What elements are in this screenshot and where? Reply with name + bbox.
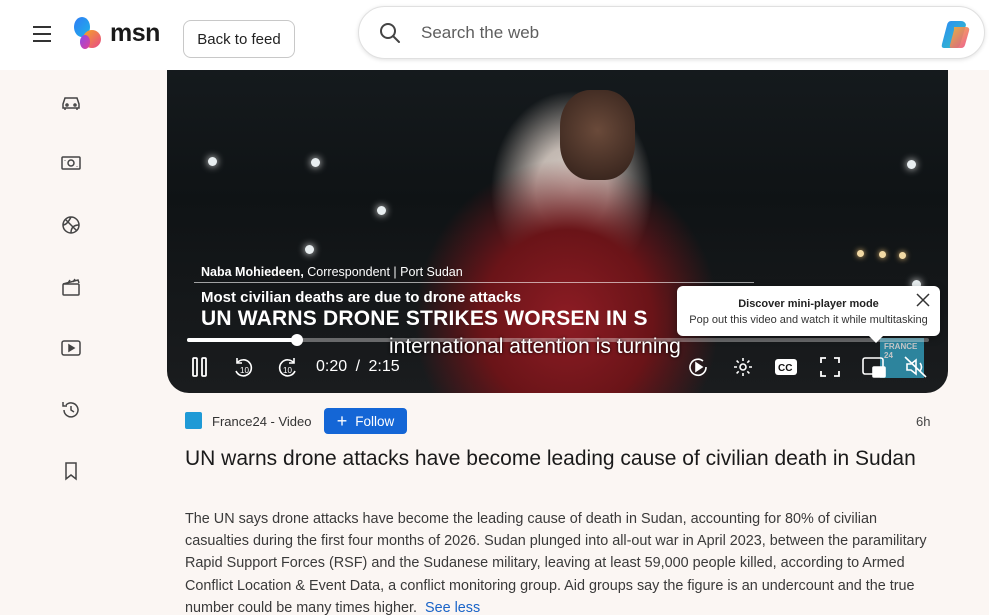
tooltip-title: Discover mini-player mode bbox=[738, 298, 879, 310]
tooltip-text: Pop out this video and watch it while mu… bbox=[689, 314, 928, 326]
msn-logo[interactable]: msn bbox=[72, 15, 160, 51]
france24-source-logo[interactable] bbox=[185, 412, 202, 429]
autoplay-icon[interactable] bbox=[686, 354, 710, 380]
closed-caption-text: international attention is turning bbox=[389, 335, 681, 358]
svg-text:10: 10 bbox=[240, 366, 249, 375]
money-icon[interactable] bbox=[59, 151, 83, 175]
history-icon[interactable] bbox=[59, 398, 83, 422]
background-light bbox=[305, 245, 314, 254]
settings-gear-icon[interactable] bbox=[732, 354, 754, 380]
mini-player-icon[interactable] bbox=[862, 354, 886, 380]
rewind-10-button[interactable]: 10 bbox=[231, 354, 255, 380]
sports-icon[interactable] bbox=[59, 213, 83, 237]
car-icon[interactable] bbox=[59, 90, 83, 114]
search-icon[interactable] bbox=[379, 22, 401, 44]
article-description: The UN says drone attacks have become th… bbox=[185, 508, 930, 615]
background-light bbox=[311, 158, 320, 167]
lower-third-divider bbox=[194, 282, 754, 283]
description-text: The UN says drone attacks have become th… bbox=[185, 511, 927, 615]
video-frame-subject bbox=[560, 90, 635, 180]
background-light bbox=[208, 157, 217, 166]
time-separator: / bbox=[355, 358, 361, 375]
progress-played bbox=[187, 338, 297, 342]
logo-text: msn bbox=[110, 18, 160, 47]
time-total: 2:15 bbox=[368, 358, 400, 375]
lower-third-headline: UN WARNS DRONE STRIKES WORSEN IN S bbox=[201, 307, 648, 330]
search-input[interactable] bbox=[421, 21, 901, 45]
top-header: msn Back to feed bbox=[0, 0, 989, 70]
menu-icon[interactable] bbox=[33, 26, 55, 44]
follow-label: Follow bbox=[355, 413, 395, 429]
see-less-link[interactable]: See less bbox=[425, 600, 480, 615]
left-sidebar bbox=[0, 70, 140, 615]
source-name[interactable]: France24 - Video bbox=[212, 414, 312, 429]
mute-icon[interactable] bbox=[904, 354, 928, 380]
background-light bbox=[907, 160, 916, 169]
background-light bbox=[857, 250, 864, 257]
closed-captions-icon[interactable]: CC bbox=[774, 354, 798, 380]
follow-button[interactable]: + Follow bbox=[324, 408, 407, 434]
video-play-icon[interactable] bbox=[59, 336, 83, 360]
tooltip-arrow bbox=[869, 336, 883, 343]
svg-text:10: 10 bbox=[283, 366, 292, 375]
background-light bbox=[899, 252, 906, 259]
mini-player-tooltip: Discover mini-player mode Pop out this v… bbox=[677, 286, 940, 343]
time-current: 0:20 bbox=[316, 358, 348, 375]
progress-scrubber[interactable] bbox=[290, 334, 303, 346]
background-light bbox=[879, 251, 886, 258]
video-player[interactable]: Naba Mohiedeen, Correspondent | Port Sud… bbox=[167, 70, 948, 393]
fullscreen-icon[interactable] bbox=[819, 354, 841, 380]
lower-third-name: Naba Mohiedeen, Correspondent | Port Sud… bbox=[201, 265, 463, 279]
reporter-name: Naba Mohiedeen, bbox=[201, 265, 304, 279]
search-bar[interactable] bbox=[358, 6, 985, 59]
clapperboard-icon[interactable] bbox=[59, 275, 83, 299]
svg-text:CC: CC bbox=[778, 363, 792, 374]
forward-10-button[interactable]: 10 bbox=[276, 354, 300, 380]
copilot-icon[interactable] bbox=[940, 17, 974, 51]
published-age: 6h bbox=[916, 414, 931, 429]
msn-butterfly-icon bbox=[74, 17, 101, 49]
reporter-role: Correspondent | Port Sudan bbox=[303, 265, 463, 279]
article-title: UN warns drone attacks have become leadi… bbox=[185, 447, 916, 470]
plus-icon: + bbox=[336, 411, 348, 431]
bookmark-icon[interactable] bbox=[59, 459, 83, 483]
close-icon[interactable] bbox=[916, 293, 930, 307]
video-time: 0:20 / 2:15 bbox=[316, 358, 400, 376]
lower-third-subheadline: Most civilian deaths are due to drone at… bbox=[201, 289, 522, 306]
background-light bbox=[377, 206, 386, 215]
back-to-feed-button[interactable]: Back to feed bbox=[183, 20, 295, 58]
pause-button[interactable] bbox=[189, 354, 211, 380]
